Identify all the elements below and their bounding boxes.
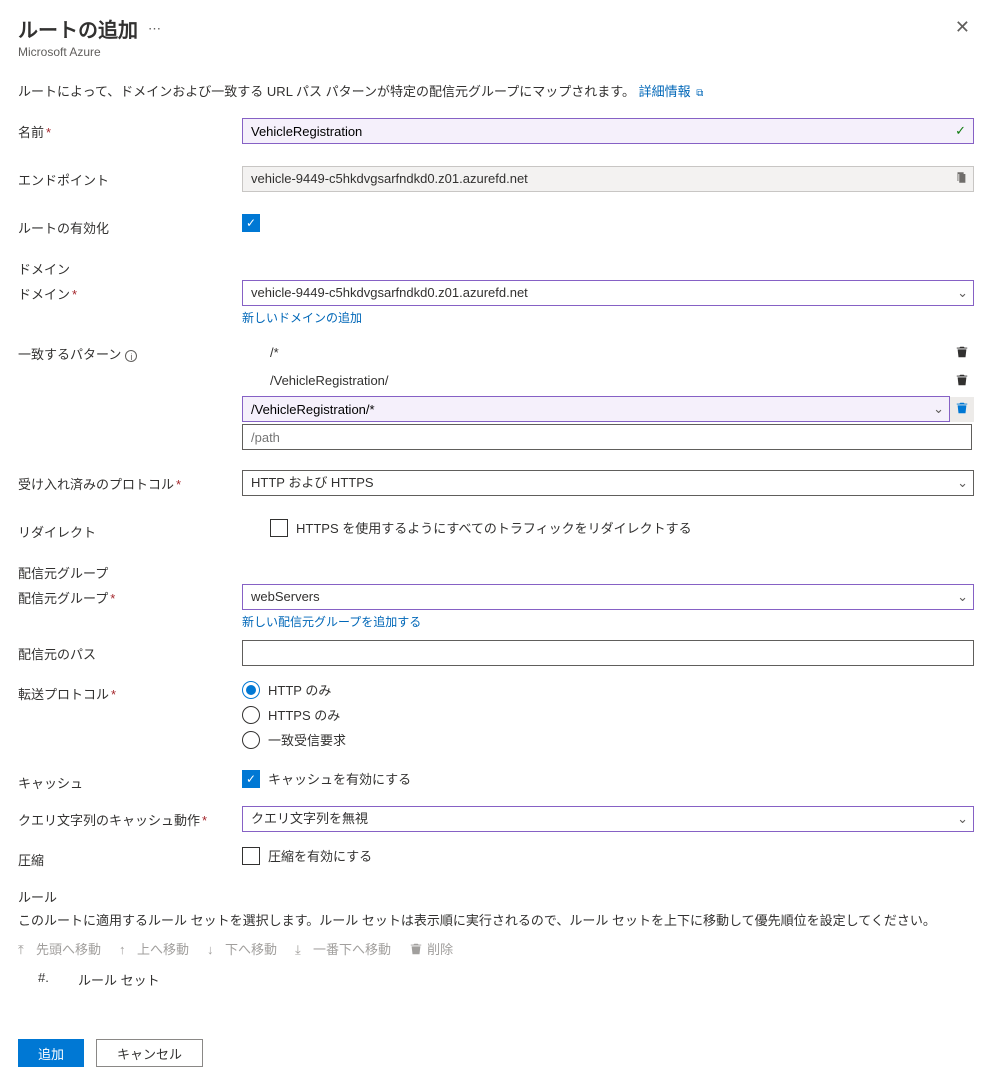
- chevron-down-icon: ⌄: [933, 400, 944, 418]
- accepted-protocols-label: 受け入れ済みのプロトコル: [18, 477, 174, 492]
- chevron-down-icon: ⌄: [957, 475, 968, 491]
- learn-more-link[interactable]: 詳細情報 ⧉: [639, 84, 704, 99]
- chevron-down-icon: ⌄: [957, 285, 968, 301]
- cancel-button[interactable]: キャンセル: [96, 1039, 203, 1067]
- toolbar-delete-button[interactable]: 削除: [409, 939, 453, 958]
- close-icon[interactable]: ✕: [951, 14, 974, 40]
- intro-text: ルートによって、ドメインおよび一致する URL パス パターンが特定の配信元グル…: [18, 84, 635, 99]
- external-link-icon: ⧉: [696, 88, 703, 99]
- domain-label: ドメイン: [18, 287, 70, 302]
- info-icon[interactable]: i: [125, 350, 137, 362]
- cache-checkbox[interactable]: キャッシュを有効にする: [242, 769, 411, 788]
- query-string-select[interactable]: クエリ文字列を無視: [242, 806, 974, 832]
- pattern-item[interactable]: /*: [242, 340, 950, 366]
- domain-select[interactable]: vehicle-9449-c5hkdvgsarfndkd0.z01.azuref…: [242, 280, 974, 306]
- delete-pattern-icon[interactable]: [950, 369, 974, 394]
- cache-label: キャッシュ: [18, 776, 83, 791]
- redirect-checkbox[interactable]: HTTPS を使用するようにすべてのトラフィックをリダイレクトする: [270, 518, 692, 537]
- more-button[interactable]: ⋯: [148, 21, 162, 37]
- name-label: 名前: [18, 125, 44, 140]
- origin-group-label: 配信元グループ: [18, 591, 108, 606]
- page-title: ルートの追加: [18, 14, 138, 43]
- col-ruleset: ルール セット: [78, 970, 160, 989]
- patterns-label: 一致するパターン: [18, 347, 121, 362]
- pattern-item[interactable]: /VehicleRegistration/: [242, 368, 950, 394]
- endpoint-label: エンドポイント: [18, 173, 109, 188]
- query-string-label: クエリ文字列のキャッシュ動作: [18, 813, 200, 828]
- add-origin-group-link[interactable]: 新しい配信元グループを追加する: [242, 613, 421, 630]
- move-up-button[interactable]: ↑上へ移動: [119, 939, 189, 958]
- col-num: #.: [38, 970, 78, 989]
- page-subtitle: Microsoft Azure: [18, 45, 162, 59]
- move-bottom-button[interactable]: ⤓一番下へ移動: [295, 939, 391, 958]
- delete-pattern-icon[interactable]: [950, 341, 974, 366]
- add-button[interactable]: 追加: [18, 1039, 84, 1067]
- origin-group-section-label: 配信元グループ: [18, 563, 974, 582]
- enable-route-checkbox[interactable]: [242, 214, 268, 232]
- rules-description: このルートに適用するルール セットを選択します。ルール セットは表示順に実行され…: [18, 910, 974, 929]
- valid-check-icon: ✓: [955, 123, 966, 139]
- accepted-protocols-select[interactable]: HTTP および HTTPS: [242, 470, 974, 496]
- forward-protocol-match[interactable]: 一致受信要求: [242, 730, 974, 749]
- redirect-label: リダイレクト: [18, 525, 96, 540]
- domain-section-label: ドメイン: [18, 259, 974, 278]
- copy-icon[interactable]: [954, 171, 968, 188]
- compression-checkbox[interactable]: 圧縮を有効にする: [242, 846, 372, 865]
- move-down-button[interactable]: ↓下へ移動: [207, 939, 277, 958]
- add-domain-link[interactable]: 新しいドメインの追加: [242, 309, 362, 326]
- enable-route-label: ルートの有効化: [18, 221, 109, 236]
- delete-pattern-icon[interactable]: [950, 397, 974, 422]
- chevron-down-icon: ⌄: [957, 811, 968, 827]
- origin-path-label: 配信元のパス: [18, 647, 96, 662]
- origin-path-input[interactable]: [242, 640, 974, 666]
- rules-section-label: ルール: [18, 887, 974, 906]
- move-top-button[interactable]: ⤒先頭へ移動: [18, 939, 101, 958]
- name-input[interactable]: [242, 118, 974, 144]
- pattern-new-input[interactable]: [242, 424, 972, 450]
- pattern-editing-input[interactable]: [242, 396, 950, 422]
- forward-protocol-label: 転送プロトコル: [18, 687, 109, 702]
- chevron-down-icon: ⌄: [957, 589, 968, 605]
- forward-protocol-https[interactable]: HTTPS のみ: [242, 705, 974, 724]
- endpoint-value: vehicle-9449-c5hkdvgsarfndkd0.z01.azuref…: [242, 166, 974, 192]
- compression-label: 圧縮: [18, 853, 44, 868]
- forward-protocol-http[interactable]: HTTP のみ: [242, 680, 974, 699]
- origin-group-select[interactable]: webServers: [242, 584, 974, 610]
